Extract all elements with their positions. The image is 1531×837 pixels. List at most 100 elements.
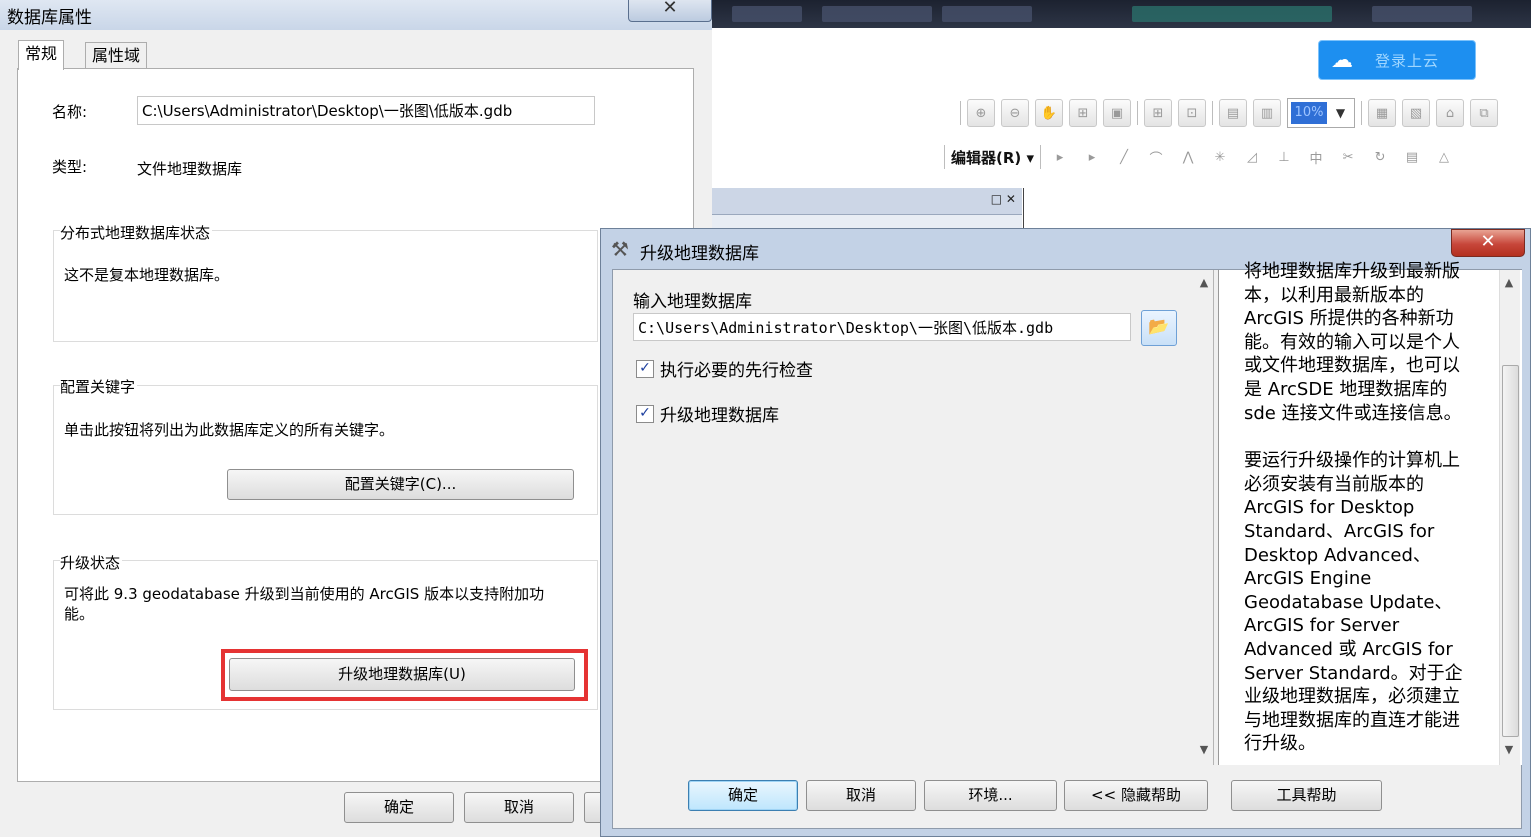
help-line: 必须安装有当前版本的 bbox=[1244, 473, 1424, 495]
help-line: ArcGIS for Server bbox=[1244, 615, 1400, 637]
close-icon[interactable]: ✕ bbox=[1451, 229, 1525, 257]
scroll-thumb[interactable] bbox=[1502, 365, 1519, 737]
upgrade-checkbox[interactable]: ✓ bbox=[636, 405, 654, 423]
parameters-scrollbar[interactable]: ▲ ▼ bbox=[1195, 270, 1213, 765]
point-icon[interactable]: ✳ bbox=[1207, 144, 1233, 170]
chevron-down-icon: ▼ bbox=[1335, 106, 1346, 120]
sketch-properties-icon[interactable]: △ bbox=[1431, 144, 1457, 170]
help-line: 能。有效的输入可以是个人 bbox=[1244, 331, 1460, 353]
edit-vertices-icon[interactable]: ◿ bbox=[1239, 144, 1265, 170]
toolbar-separator bbox=[1361, 101, 1362, 125]
background-taskbar bbox=[712, 0, 1531, 28]
help-line: ArcGIS for Desktop bbox=[1244, 497, 1415, 519]
distributed-status-title: 分布式地理数据库状态 bbox=[60, 222, 213, 243]
zoom-out-icon[interactable]: ⊖ bbox=[1001, 99, 1029, 127]
tool-help-button[interactable]: 工具帮助 bbox=[1231, 780, 1382, 811]
zoom-100-icon[interactable]: ⊡ bbox=[1178, 99, 1206, 127]
help-line: ArcGIS 所提供的各种新功 bbox=[1244, 308, 1454, 330]
help-paragraph-2: 要运行升级操作的计算机上 必须安装有当前版本的 ArcGIS for Desktop… bbox=[1244, 449, 1492, 756]
name-field[interactable]: C:\Users\Administrator\Desktop\一张图\低版本.g… bbox=[137, 96, 595, 125]
scroll-down-icon[interactable]: ▼ bbox=[1500, 743, 1518, 756]
scroll-up-icon[interactable]: ▲ bbox=[1500, 276, 1518, 289]
db-dialog-title: 数据库属性 bbox=[7, 8, 92, 28]
editor-menu[interactable]: 编辑器(R) ▾ bbox=[951, 147, 1034, 168]
upgrade-ok-button[interactable]: 确定 bbox=[688, 780, 798, 811]
distributed-status-group bbox=[53, 230, 598, 342]
focus-frame-icon[interactable]: ▧ bbox=[1402, 99, 1430, 127]
input-geodatabase-label: 输入地理数据库 bbox=[633, 292, 752, 312]
toolbar-separator bbox=[960, 101, 961, 125]
zoom-percent-select[interactable]: 10% ▼ bbox=[1287, 98, 1355, 128]
hammer-icon: ⚒ bbox=[611, 237, 629, 261]
taskbar-item[interactable] bbox=[1372, 6, 1472, 22]
db-cancel-button[interactable]: 取消 bbox=[464, 792, 574, 823]
toggle-draft-icon[interactable]: ▦ bbox=[1368, 99, 1396, 127]
attributes-icon[interactable]: ▤ bbox=[1399, 144, 1425, 170]
upgrade-dialog-footer: 确定 取消 环境... << 隐藏帮助 工具帮助 bbox=[613, 766, 1521, 828]
help-line: 业级地理数据库，必须建立 bbox=[1244, 686, 1460, 708]
full-extent-icon[interactable]: ⊞ bbox=[1069, 99, 1097, 127]
help-paragraph-1: 将地理数据库升级到最新版 本，以利用最新版本的 ArcGIS 所提供的各种新功 能。有… bbox=[1244, 260, 1492, 425]
zoom-in-icon[interactable]: ⊕ bbox=[967, 99, 995, 127]
scroll-down-icon[interactable]: ▼ bbox=[1195, 743, 1213, 756]
help-line: 是 ArcSDE 地理数据库的 bbox=[1244, 378, 1448, 400]
db-dialog-titlebar[interactable]: 数据库属性 ✕ bbox=[0, 0, 712, 30]
help-line: 将地理数据库升级到最新版 bbox=[1244, 261, 1460, 282]
toolbar-area: ☁ 登录上云 ⊕ ⊖ ✋ ⊞ ▣ ⊞ ⊡ ▤ ▥ 10% ▼ ▦ ▧ ⌂ ⧉ 编… bbox=[712, 28, 1531, 188]
parameters-panel: 输入地理数据库 C:\Users\Administrator\Desktop\一… bbox=[613, 270, 1214, 765]
help-line: 本，以利用最新版本的 bbox=[1244, 284, 1424, 306]
tab-general[interactable]: 常规 bbox=[18, 40, 65, 70]
table-of-contents-header: □ ✕ bbox=[712, 188, 1022, 215]
precheck-checkbox[interactable]: ✓ bbox=[636, 360, 654, 378]
red-highlight-box bbox=[221, 649, 588, 701]
hide-help-button[interactable]: << 隐藏帮助 bbox=[1064, 780, 1208, 811]
taskbar-item[interactable] bbox=[1132, 6, 1332, 22]
cut-polygon-icon[interactable]: 中 bbox=[1303, 144, 1329, 170]
help-line: ArcGIS Engine bbox=[1244, 568, 1372, 590]
cloud-icon: ☁ bbox=[1331, 47, 1353, 73]
reshape-icon[interactable]: ⊥ bbox=[1271, 144, 1297, 170]
trace-icon[interactable]: ⋀ bbox=[1175, 144, 1201, 170]
split-icon[interactable]: ✂ bbox=[1335, 144, 1361, 170]
zoom-page-out-icon[interactable]: ▥ bbox=[1253, 99, 1281, 127]
help-line: sde 连接文件或连接信息。 bbox=[1244, 402, 1462, 424]
editor-toolbar: 编辑器(R) ▾ ▸ ▸ ╱ ⌒ ⋀ ✳ ◿ ⊥ 中 ✂ ↻ ▤ △ bbox=[944, 144, 1457, 170]
edit-tool-icon[interactable]: ▸ bbox=[1047, 144, 1073, 170]
rotate-icon[interactable]: ↻ bbox=[1367, 144, 1393, 170]
upgrade-status-title: 升级状态 bbox=[60, 552, 123, 573]
zoom-page-in-icon[interactable]: ▤ bbox=[1219, 99, 1247, 127]
layout-icon[interactable]: ⌂ bbox=[1436, 99, 1464, 127]
taskbar-item[interactable] bbox=[942, 6, 1032, 22]
help-line: Standard、ArcGIS for bbox=[1244, 520, 1435, 542]
environments-button[interactable]: 环境... bbox=[924, 780, 1057, 811]
straight-segment-icon[interactable]: ╱ bbox=[1111, 144, 1137, 170]
distributed-status-text: 这不是复本地理数据库。 bbox=[64, 266, 230, 284]
pane-close-icon[interactable]: □ ✕ bbox=[991, 192, 1016, 206]
taskbar-item[interactable] bbox=[732, 6, 802, 22]
upgrade-geodatabase-dialog: ⚒ 升级地理数据库 ✕ 输入地理数据库 C:\Users\Administrat… bbox=[600, 228, 1531, 837]
pan-icon[interactable]: ✋ bbox=[1035, 99, 1063, 127]
db-ok-button[interactable]: 确定 bbox=[344, 792, 454, 823]
end-point-arc-icon[interactable]: ⌒ bbox=[1143, 144, 1169, 170]
taskbar-item[interactable] bbox=[822, 6, 932, 22]
fixed-zoom-icon[interactable]: ▣ bbox=[1103, 99, 1131, 127]
zoom-whole-page-icon[interactable]: ⊞ bbox=[1144, 99, 1172, 127]
precheck-label: 执行必要的先行检查 bbox=[660, 361, 813, 381]
upgrade-label: 升级地理数据库 bbox=[660, 406, 779, 426]
scroll-up-icon[interactable]: ▲ bbox=[1195, 276, 1213, 289]
toolbar-separator bbox=[944, 145, 945, 169]
edit-annotation-icon[interactable]: ▸ bbox=[1079, 144, 1105, 170]
change-layout-icon[interactable]: ⧉ bbox=[1470, 99, 1498, 127]
input-geodatabase-field[interactable]: C:\Users\Administrator\Desktop\一张图\低版本.g… bbox=[633, 313, 1131, 341]
help-scrollbar[interactable]: ▲ ▼ bbox=[1499, 270, 1520, 765]
upgrade-cancel-button[interactable]: 取消 bbox=[806, 780, 916, 811]
help-line: Geodatabase Update、 bbox=[1244, 591, 1453, 613]
toolbar-separator bbox=[1212, 101, 1213, 125]
cloud-login-button[interactable]: ☁ 登录上云 bbox=[1318, 40, 1476, 80]
browse-folder-icon[interactable]: 📂 bbox=[1141, 310, 1177, 346]
tab-domains[interactable]: 属性域 bbox=[85, 42, 148, 69]
type-label: 类型: bbox=[52, 158, 88, 176]
config-keywords-button[interactable]: 配置关键字(C)... bbox=[227, 469, 574, 500]
config-keywords-title: 配置关键字 bbox=[60, 376, 138, 397]
close-icon[interactable]: ✕ bbox=[628, 0, 712, 22]
